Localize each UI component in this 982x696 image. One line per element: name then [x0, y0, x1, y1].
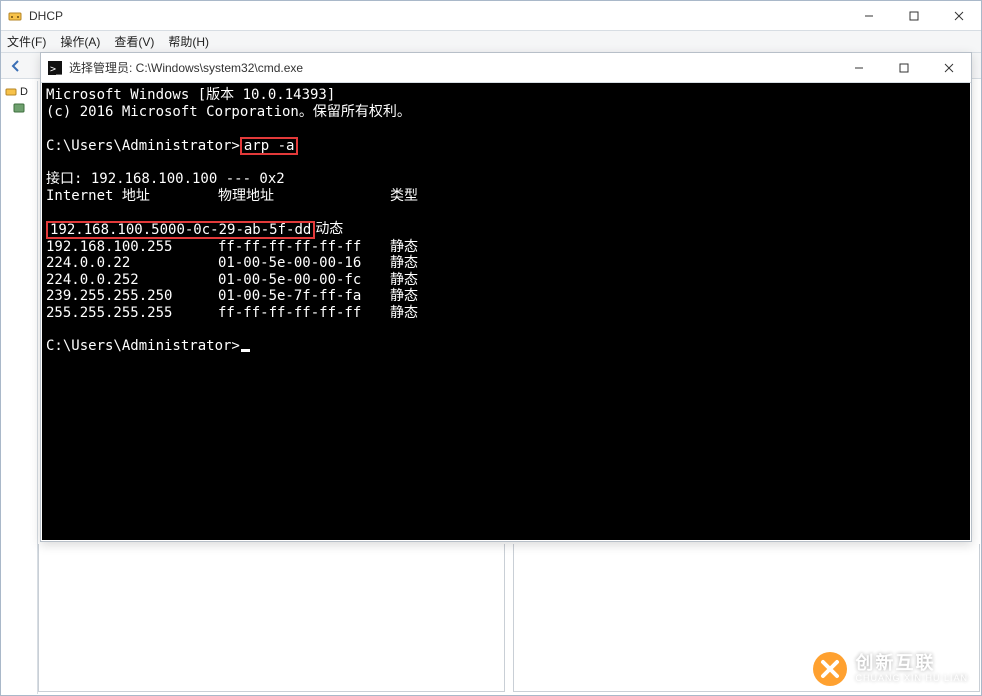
cmd-app-icon: >_: [47, 60, 63, 76]
arp-cell-type: 静态: [390, 288, 450, 305]
arp-cell-ip: 239.255.255.250: [46, 288, 218, 305]
arp-cell-type: 静态: [390, 272, 450, 289]
watermark-line2: CHUANG XIN HU LIAN: [855, 674, 968, 684]
menu-help[interactable]: 帮助(H): [168, 33, 209, 50]
watermark-logo-icon: [813, 652, 847, 686]
arp-cell-ip: 224.0.0.22: [46, 255, 218, 272]
dhcp-close-button[interactable]: [936, 1, 981, 30]
dhcp-minimize-button[interactable]: [846, 1, 891, 30]
arp-row-highlight: 192.168.100.5000-0c-29-ab-5f-dd: [46, 221, 315, 239]
arp-cell-type: 静态: [390, 255, 450, 272]
cmd-cursor: [241, 349, 250, 352]
dhcp-content-left: [38, 544, 505, 692]
arp-row: 192.168.100.255ff-ff-ff-ff-ff-ff静态: [46, 239, 966, 256]
cmd-interface-line: 接口: 192.168.100.100 --- 0x2: [46, 171, 285, 187]
cmd-terminal[interactable]: Microsoft Windows [版本 10.0.14393] (c) 20…: [42, 83, 970, 540]
tree-root-label: D: [20, 86, 28, 98]
arp-cell-mac: ff-ff-ff-ff-ff-ff: [218, 305, 390, 322]
cmd-close-button[interactable]: [926, 53, 971, 82]
arp-cell-mac: 00-0c-29-ab-5f-dd: [168, 222, 311, 238]
menu-file[interactable]: 文件(F): [7, 33, 46, 50]
arp-row: 255.255.255.255ff-ff-ff-ff-ff-ff静态: [46, 305, 966, 322]
dhcp-titlebar[interactable]: DHCP: [1, 1, 981, 31]
arp-cell-ip: 224.0.0.252: [46, 272, 218, 289]
arp-cell-mac: 01-00-5e-7f-ff-fa: [218, 288, 390, 305]
cmd-arp-command-highlight: arp -a: [240, 137, 299, 155]
arp-row: 224.0.0.25201-00-5e-00-00-fc静态: [46, 272, 966, 289]
arp-header-type: 类型: [390, 188, 450, 205]
cmd-window-controls: [836, 53, 971, 82]
cmd-titlebar[interactable]: >_ 选择管理员: C:\Windows\system32\cmd.exe: [41, 53, 971, 83]
dhcp-window-controls: [846, 1, 981, 30]
toolbar-back-button[interactable]: [5, 56, 27, 76]
arp-cell-type: 静态: [390, 239, 450, 256]
cmd-prompt2: C:\Users\Administrator>: [46, 338, 240, 354]
arp-header-mac: 物理地址: [218, 188, 390, 205]
arp-row: 239.255.255.25001-00-5e-7f-ff-fa静态: [46, 288, 966, 305]
arp-cell-type: 动态: [315, 221, 375, 239]
watermark: 创新互联 CHUANG XIN HU LIAN: [813, 652, 968, 686]
dhcp-app-icon: [7, 8, 23, 24]
arp-cell-ip: 255.255.255.255: [46, 305, 218, 322]
arp-header-row: Internet 地址物理地址类型: [46, 188, 966, 205]
arp-row: 224.0.0.2201-00-5e-00-00-16静态: [46, 255, 966, 272]
arp-cell-mac: 01-00-5e-00-00-fc: [218, 272, 390, 289]
arp-cell-type: 静态: [390, 305, 450, 322]
cmd-banner-1: Microsoft Windows [版本 10.0.14393]: [46, 87, 335, 103]
arp-cell-mac: ff-ff-ff-ff-ff-ff: [218, 239, 390, 256]
watermark-text: 创新互联 CHUANG XIN HU LIAN: [855, 654, 968, 684]
dhcp-maximize-button[interactable]: [891, 1, 936, 30]
arp-table-body: 192.168.100.5000-0c-29-ab-5f-dd 动态 192.1…: [46, 221, 966, 322]
arp-cell-ip: 192.168.100.255: [46, 239, 218, 256]
cmd-banner-2: (c) 2016 Microsoft Corporation。保留所有权利。: [46, 104, 411, 120]
cmd-prompt1-prefix: C:\Users\Administrator>: [46, 138, 240, 154]
tree-child-server[interactable]: [4, 101, 35, 115]
arp-header-ip: Internet 地址: [46, 188, 218, 205]
cmd-window-title: 选择管理员: C:\Windows\system32\cmd.exe: [69, 59, 303, 76]
dhcp-menubar: 文件(F) 操作(A) 查看(V) 帮助(H): [1, 31, 981, 53]
tree-root-dhcp[interactable]: D: [4, 85, 35, 99]
watermark-line1: 创新互联: [855, 654, 968, 674]
arp-row: 192.168.100.5000-0c-29-ab-5f-dd 动态: [46, 221, 966, 239]
arp-cell-mac: 01-00-5e-00-00-16: [218, 255, 390, 272]
tree-server-icon: [12, 101, 26, 115]
dhcp-window-title: DHCP: [29, 9, 63, 23]
arp-cell-ip: 192.168.100.50: [50, 222, 168, 238]
menu-action[interactable]: 操作(A): [60, 33, 100, 50]
menu-view[interactable]: 查看(V): [114, 33, 154, 50]
tree-dhcp-icon: [4, 85, 18, 99]
dhcp-tree-pane: D: [2, 81, 38, 694]
cmd-minimize-button[interactable]: [836, 53, 881, 82]
cmd-window: >_ 选择管理员: C:\Windows\system32\cmd.exe Mi…: [40, 52, 972, 542]
svg-text:>_: >_: [50, 64, 63, 75]
cmd-maximize-button[interactable]: [881, 53, 926, 82]
